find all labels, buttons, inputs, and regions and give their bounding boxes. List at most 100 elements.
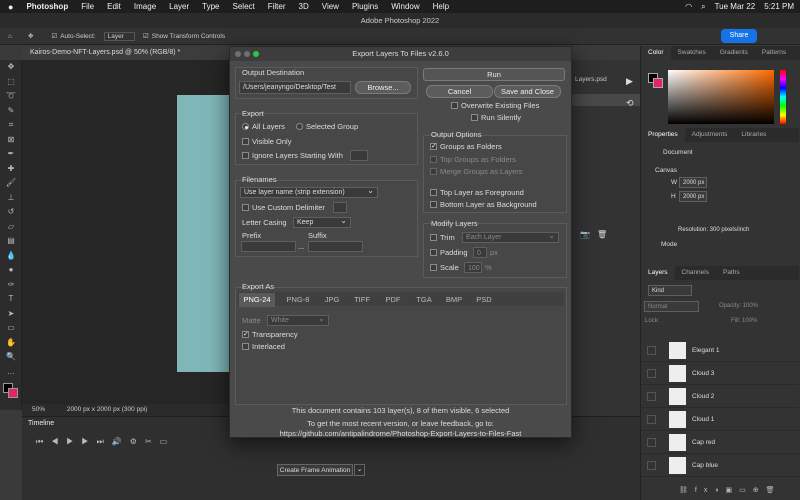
rectangle-icon[interactable]: ▭ xyxy=(0,321,22,336)
menu-file[interactable]: File xyxy=(81,2,94,11)
pen-icon[interactable]: ✑ xyxy=(0,278,22,293)
close-icon[interactable] xyxy=(235,51,241,57)
padding-field[interactable]: 0 xyxy=(473,247,487,258)
menu-select[interactable]: Select xyxy=(233,2,255,11)
tab-jpg[interactable]: JPG xyxy=(318,293,346,307)
github-link[interactable]: https://github.com/antipalindrome/Photos… xyxy=(230,429,571,438)
tab-png8[interactable]: PNG-8 xyxy=(280,293,316,307)
color-picker[interactable] xyxy=(668,70,774,124)
tab-tga[interactable]: TGA xyxy=(410,293,438,307)
menu-help[interactable]: Help xyxy=(433,2,449,11)
run-silently-checkbox[interactable] xyxy=(471,114,478,121)
scale-field[interactable]: 100 xyxy=(464,262,482,273)
artboard[interactable] xyxy=(177,95,230,372)
eraser-icon[interactable]: ▱ xyxy=(0,220,22,235)
bottom-layer-bg-checkbox[interactable] xyxy=(430,201,437,208)
zoom-icon[interactable] xyxy=(253,51,259,57)
menu-layer[interactable]: Layer xyxy=(169,2,189,11)
visible-only-checkbox[interactable] xyxy=(242,138,249,145)
tab-gradients[interactable]: Gradients xyxy=(713,46,755,60)
apple-icon[interactable]: ● xyxy=(8,2,13,12)
matte-select[interactable]: White xyxy=(267,314,329,326)
visibility-toggle[interactable] xyxy=(647,346,656,355)
tab-swatches[interactable]: Swatches xyxy=(671,46,713,60)
ignore-starting-checkbox[interactable] xyxy=(242,152,249,159)
tab-adjustments[interactable]: Adjustments xyxy=(685,128,735,142)
tab-psd[interactable]: PSD xyxy=(470,293,498,307)
overwrite-checkbox[interactable] xyxy=(451,102,458,109)
frame-icon[interactable]: ⊠ xyxy=(0,133,22,148)
visibility-toggle[interactable] xyxy=(647,415,656,424)
all-layers-radio[interactable] xyxy=(242,123,249,130)
tab-color[interactable]: Color xyxy=(641,46,671,60)
transparency-checkbox[interactable] xyxy=(242,330,249,338)
timeline-controls[interactable]: ⏮◀▶▶⏭🔊⚙✂▭ xyxy=(36,437,175,447)
save-and-close-button[interactable]: Save and Close xyxy=(494,85,561,98)
blur-icon[interactable]: 💧 xyxy=(0,249,22,264)
suffix-field[interactable] xyxy=(308,241,363,252)
gradient-icon[interactable]: ▤ xyxy=(0,234,22,249)
ignore-prefix-field[interactable] xyxy=(350,150,368,161)
move-icon[interactable]: ✥ xyxy=(0,60,22,75)
hue-slider[interactable] xyxy=(780,70,786,124)
tab-properties[interactable]: Properties xyxy=(641,128,685,142)
chevron-down-icon[interactable]: ⌄ xyxy=(354,464,365,476)
trim-select[interactable]: Each Layer xyxy=(462,231,559,243)
run-button[interactable]: Run xyxy=(423,68,565,81)
lasso-icon[interactable]: ➰ xyxy=(0,89,22,104)
dodge-icon[interactable]: ● xyxy=(0,263,22,278)
tab-layers[interactable]: Layers xyxy=(641,266,675,280)
layers-footer-icons[interactable]: ⛓fx◑▣▭⊕🗑 xyxy=(679,486,782,494)
layer-row[interactable]: Cap red xyxy=(641,431,799,454)
color-swatches[interactable] xyxy=(0,379,21,409)
type-icon[interactable]: T xyxy=(0,292,22,307)
healing-icon[interactable]: ✚ xyxy=(0,162,22,177)
layers-doc-tab[interactable]: Layers.psd xyxy=(575,76,607,83)
menu-window[interactable]: Window xyxy=(391,2,419,11)
tab-pdf[interactable]: PDF xyxy=(379,293,407,307)
menu-type[interactable]: Type xyxy=(202,2,219,11)
layer-select[interactable]: Layer xyxy=(103,31,135,41)
menu-photoshop[interactable]: Photoshop xyxy=(26,2,68,11)
share-button[interactable]: Share xyxy=(721,29,757,43)
tab-channels[interactable]: Channels xyxy=(675,266,716,280)
eyedropper-icon[interactable]: ✒ xyxy=(0,147,22,162)
path-select-icon[interactable]: ➤ xyxy=(0,307,22,322)
top-groups-checkbox[interactable] xyxy=(430,156,437,163)
tab-libraries[interactable]: Libraries xyxy=(734,128,773,142)
search-icon[interactable]: ⌕ xyxy=(701,2,705,12)
menu-plugins[interactable]: Plugins xyxy=(352,2,378,11)
tab-paths[interactable]: Paths xyxy=(716,266,747,280)
camera-icon[interactable]: 📷 xyxy=(580,230,590,239)
merge-groups-checkbox[interactable] xyxy=(430,168,437,175)
menu-image[interactable]: Image xyxy=(134,2,156,11)
tab-tiff[interactable]: TIFF xyxy=(348,293,376,307)
selected-group-radio[interactable] xyxy=(296,123,303,130)
quick-select-icon[interactable]: ✎ xyxy=(0,104,22,119)
hand-icon[interactable]: ✋ xyxy=(0,336,22,351)
tab-png24[interactable]: PNG-24 xyxy=(239,293,275,307)
delimiter-field[interactable] xyxy=(333,202,347,213)
layer-row[interactable]: Elegant 1 xyxy=(641,339,799,362)
layer-row[interactable]: Cloud 1 xyxy=(641,408,799,431)
visibility-toggle[interactable] xyxy=(647,369,656,378)
blend-mode-select[interactable]: Normal xyxy=(644,301,699,312)
visibility-toggle[interactable] xyxy=(647,461,656,470)
height-field[interactable]: 2000 px xyxy=(679,191,707,202)
visibility-toggle[interactable] xyxy=(647,438,656,447)
letter-casing-select[interactable]: Keep xyxy=(293,216,351,228)
brush-icon[interactable]: 🖌 xyxy=(0,176,22,191)
document-tab[interactable]: Kairos-Demo-NFT-Layers.psd @ 50% (RGB/8)… xyxy=(22,46,232,60)
stamp-icon[interactable]: ⊥ xyxy=(0,191,22,206)
layer-row[interactable]: Cloud 2 xyxy=(641,385,799,408)
create-frame-animation-button[interactable]: Create Frame Animation xyxy=(277,464,353,476)
menu-view[interactable]: View xyxy=(322,2,339,11)
play-icon[interactable]: ▶ xyxy=(626,76,633,87)
wifi-icon[interactable]: ◠ xyxy=(685,2,692,11)
visibility-toggle[interactable] xyxy=(647,392,656,401)
minimize-icon[interactable] xyxy=(244,51,250,57)
trash-icon[interactable]: 🗑 xyxy=(597,230,607,239)
menu-edit[interactable]: Edit xyxy=(107,2,121,11)
trim-checkbox[interactable] xyxy=(430,234,437,241)
layer-row[interactable]: Cloud 3 xyxy=(641,362,799,385)
